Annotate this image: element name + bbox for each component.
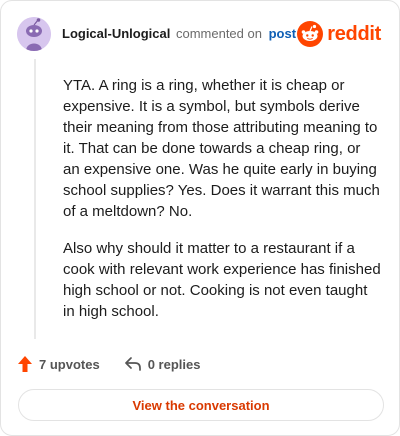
reply-count: 0 replies [147, 356, 201, 372]
comment-header: Logical-Unlogical commented on post redd… [17, 17, 383, 51]
upvote-count: 7 upvotes [39, 356, 100, 372]
reddit-logo[interactable]: reddit [297, 21, 381, 47]
post-link[interactable]: post [269, 26, 296, 41]
snoo-avatar-icon[interactable] [17, 17, 51, 51]
thread-line [34, 59, 36, 339]
reddit-alien-icon [297, 21, 324, 47]
comment-body: YTA. A ring is a ring, whether it is che… [63, 75, 381, 338]
view-conversation-button[interactable]: View the conversation [18, 389, 384, 421]
comment-card: Logical-Unlogical commented on post redd… [0, 0, 400, 436]
comment-actions: 7 upvotes 0 replies [17, 353, 224, 375]
upvote-arrow-icon [18, 356, 32, 372]
reply-arrow-icon [124, 357, 141, 371]
comment-meta: Logical-Unlogical commented on post [62, 26, 296, 41]
comment-paragraph-2: Also why should it matter to a restauran… [63, 240, 381, 320]
upvote-button[interactable]: 7 upvotes [17, 355, 100, 373]
commented-on-label: commented on [175, 26, 262, 41]
comment-paragraph-1: YTA. A ring is a ring, whether it is che… [63, 77, 380, 220]
reply-button[interactable]: 0 replies [124, 356, 201, 372]
view-conversation-label: View the conversation [132, 397, 270, 413]
username-link[interactable]: Logical-Unlogical [62, 26, 170, 41]
reddit-wordmark: reddit [327, 22, 381, 45]
